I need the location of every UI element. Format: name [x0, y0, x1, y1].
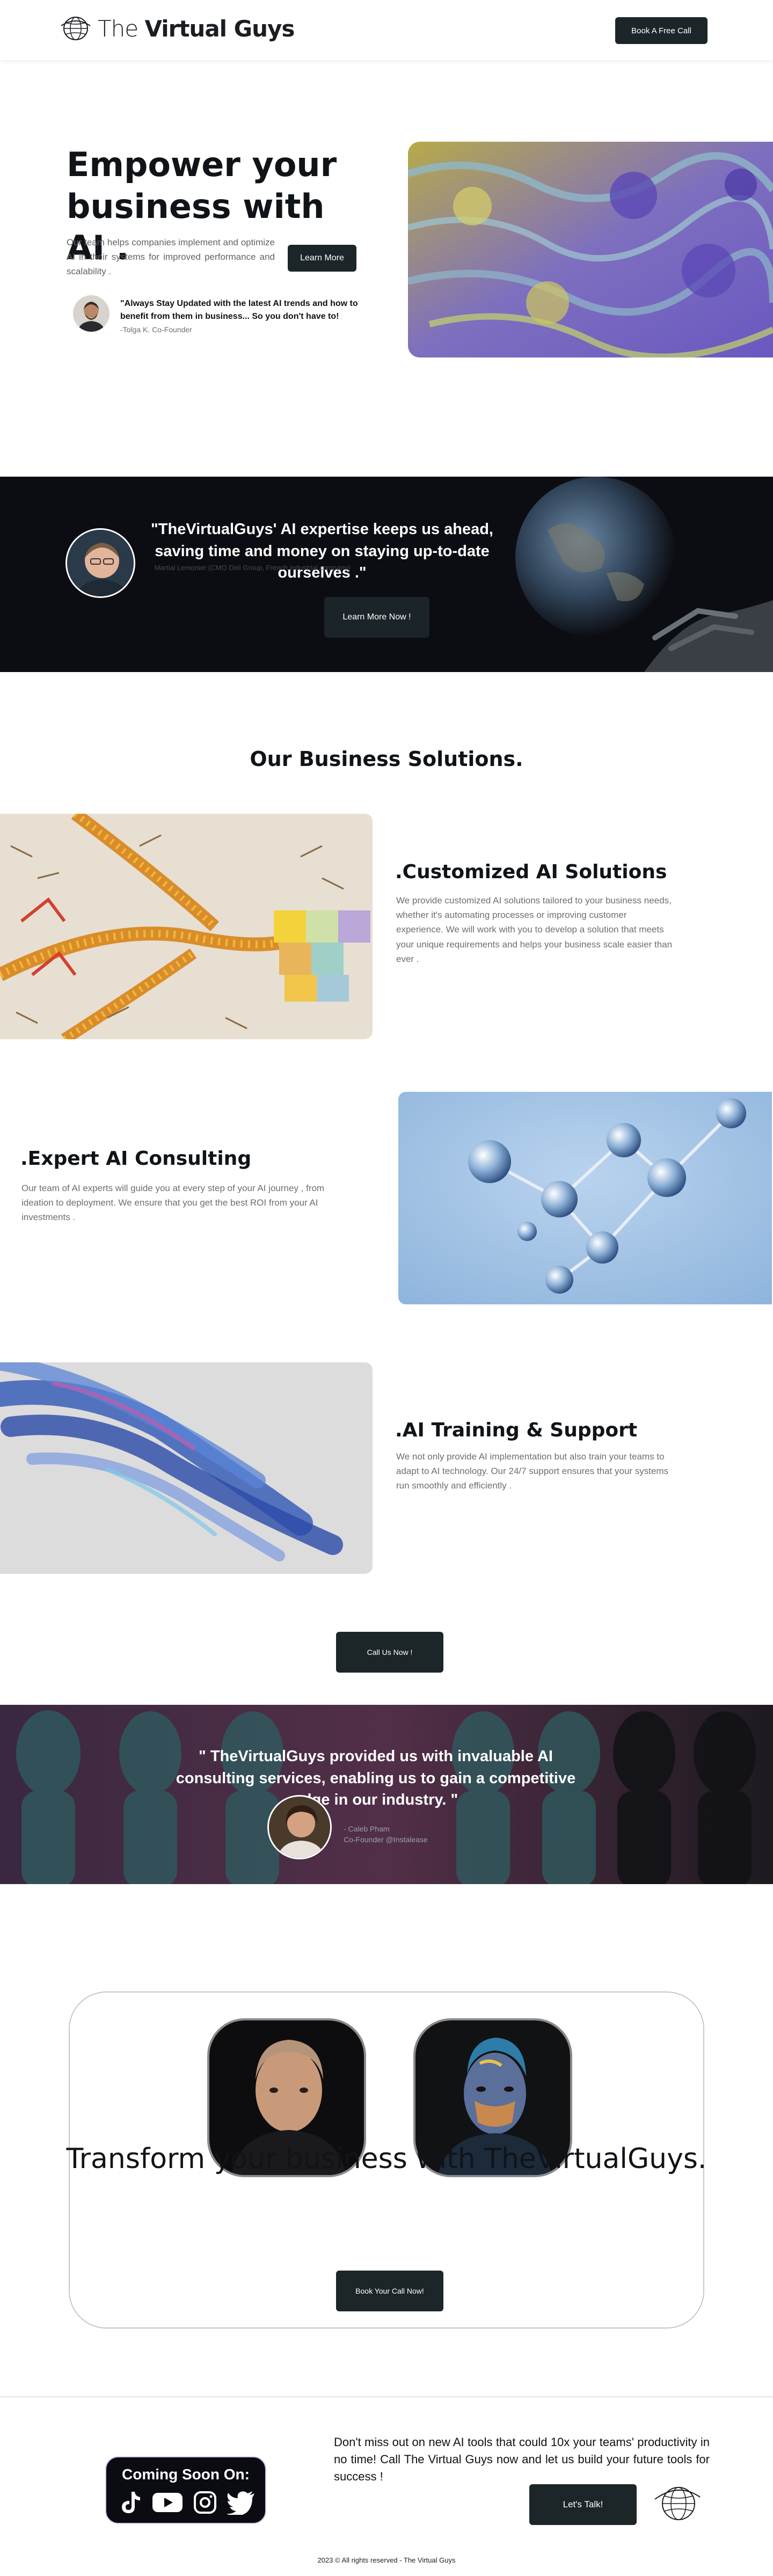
founder-avatar	[73, 295, 110, 332]
copyright-text: 2023 © All rights reserved - The Virtual…	[317, 2556, 456, 2564]
brand-name-bold: Virtual Guys	[144, 15, 295, 42]
testimonial-2-author: - Caleb Pham Co-Founder @Instalease	[344, 1824, 428, 1845]
call-us-now-button[interactable]: Call Us Now !	[336, 1632, 443, 1673]
brand-name: The Virtual Guys	[98, 15, 295, 42]
footer-divider	[0, 2396, 773, 2397]
hero-description: Our team helps companies implement and o…	[67, 237, 275, 277]
tiktok-icon[interactable]	[119, 2490, 142, 2515]
client-avatar	[65, 528, 135, 598]
hero-quote: "Always Stay Updated with the latest AI …	[73, 295, 373, 334]
footer-message: Don't miss out on new AI tools that coul…	[334, 2435, 710, 2483]
hero-quote-author: -Tolga K. Co-Founder	[120, 325, 192, 334]
learn-more-button[interactable]: Learn More	[288, 245, 356, 272]
coming-soon-box: Coming Soon On:	[105, 2456, 266, 2524]
customized-ai-title: .Customized AI Solutions	[395, 861, 667, 883]
customized-ai-description: We provide customized AI solutions tailo…	[396, 895, 673, 964]
testimonial-2-quote: " TheVirtualGuys provided us with invalu…	[176, 1748, 576, 1809]
solutions-heading: Our Business Solutions.	[250, 747, 523, 771]
social-icons	[114, 2490, 260, 2515]
hero-quote-body: "Always Stay Updated with the latest AI …	[120, 295, 373, 334]
ai-training-title: .AI Training & Support	[395, 1419, 638, 1441]
globe-logo-icon	[61, 17, 91, 40]
book-your-call-button[interactable]: Book Your Call Now!	[336, 2271, 443, 2311]
expert-consulting-description: Our team of AI experts will guide you at…	[21, 1183, 325, 1223]
testimonial-banner-2: " TheVirtualGuys provided us with invalu…	[0, 1705, 773, 1884]
page: The Virtual Guys Book A Free Call Empowe…	[0, 0, 773, 2576]
learn-more-now-button[interactable]: Learn More Now !	[324, 597, 429, 638]
hero-image	[408, 142, 773, 357]
ai-training-image	[0, 1362, 373, 1574]
coming-soon-label: Coming Soon On:	[122, 2466, 250, 2483]
cta-title: Transform your business with TheVirtualG…	[66, 2143, 707, 2175]
expert-consulting-image	[398, 1092, 772, 1304]
customized-ai-image	[0, 814, 373, 1039]
globe-logo-icon	[654, 2487, 701, 2520]
expert-consulting-title: .Expert AI Consulting	[20, 1148, 252, 1170]
instagram-icon[interactable]	[193, 2490, 217, 2515]
youtube-icon[interactable]	[151, 2491, 184, 2514]
twitter-icon[interactable]	[226, 2490, 256, 2515]
ai-training-description: We not only provide AI implementation bu…	[396, 1451, 669, 1491]
testimonial-author: Martial Lemonier (CMO Deli Group, French…	[154, 564, 351, 572]
testimonial-quote: "TheVirtualGuys' AI expertise keeps us a…	[151, 521, 493, 582]
site-header: The Virtual Guys Book A Free Call	[0, 0, 773, 60]
brand-name-light: The	[98, 15, 145, 42]
testimonial-banner: "TheVirtualGuys' AI expertise keeps us a…	[0, 477, 773, 672]
testimonial-2-author-role: Co-Founder @Instalease	[344, 1835, 428, 1844]
testimonial-2-author-name: - Caleb Pham	[344, 1825, 390, 1833]
hero-quote-text: "Always Stay Updated with the latest AI …	[120, 299, 358, 321]
earth-robot-illustration	[515, 477, 773, 672]
client-2-avatar	[267, 1795, 332, 1859]
book-free-call-button[interactable]: Book A Free Call	[615, 17, 708, 44]
brand-logo[interactable]: The Virtual Guys	[60, 15, 295, 42]
lets-talk-button[interactable]: Let's Talk!	[529, 2484, 637, 2525]
